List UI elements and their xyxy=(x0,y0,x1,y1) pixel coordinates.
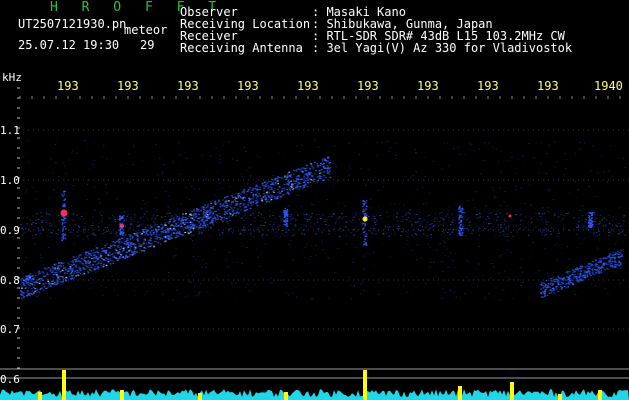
meteor-echo-peak xyxy=(508,214,512,218)
y-tick-0-6: 0.6 xyxy=(0,373,20,386)
x-tick-label: 193 xyxy=(537,79,559,93)
y-axis-unit: kHz xyxy=(2,71,22,84)
meteor-count: 29 xyxy=(140,38,155,52)
datetime-label: 25.07.12 19:30 xyxy=(18,38,120,52)
spectrogram xyxy=(0,87,629,400)
amplitude-peak xyxy=(198,393,202,400)
antenna-label: Receiving Antenna xyxy=(180,41,303,55)
meteor-echo-peak xyxy=(120,224,124,228)
y-tick-0-7: 0.7 xyxy=(0,323,20,336)
meteor-echo-peak xyxy=(362,216,368,222)
amplitude-peak xyxy=(62,370,66,400)
amplitude-noise xyxy=(0,389,629,400)
y-tick-1-1: 1.1 xyxy=(0,124,20,137)
meteor-tag: meteor xyxy=(124,23,168,37)
amplitude-peak xyxy=(120,390,124,400)
x-tick-label: 193 xyxy=(117,79,139,93)
amplitude-peak xyxy=(38,392,42,400)
amplitude-peak xyxy=(598,390,602,400)
x-tick-label: 1940 xyxy=(594,79,623,93)
y-tick-1-0: 1.0 xyxy=(0,174,20,187)
x-tick-label: 193 xyxy=(297,79,319,93)
amplitude-peak xyxy=(284,392,288,400)
x-tick-label: 193 xyxy=(477,79,499,93)
x-tick-label: 193 xyxy=(357,79,379,93)
x-tick-label: 193 xyxy=(57,79,79,93)
amplitude-peak xyxy=(363,370,367,400)
x-tick-label: 193 xyxy=(237,79,259,93)
x-tick-label: 193 xyxy=(417,79,439,93)
y-tick-0-9: 0.9 xyxy=(0,224,20,237)
antenna-value: : 3el Yagi(V) Az 330 for Vladivostok xyxy=(312,41,573,55)
filename-label: UT2507121930.pn xyxy=(18,17,127,31)
y-tick-0-8: 0.8 xyxy=(0,274,20,287)
meteor-echo-peak xyxy=(60,209,68,217)
amplitude-peak xyxy=(458,386,462,400)
amplitude-peak xyxy=(558,394,562,400)
amplitude-peak xyxy=(510,382,514,400)
x-tick-label: 193 xyxy=(177,79,199,93)
